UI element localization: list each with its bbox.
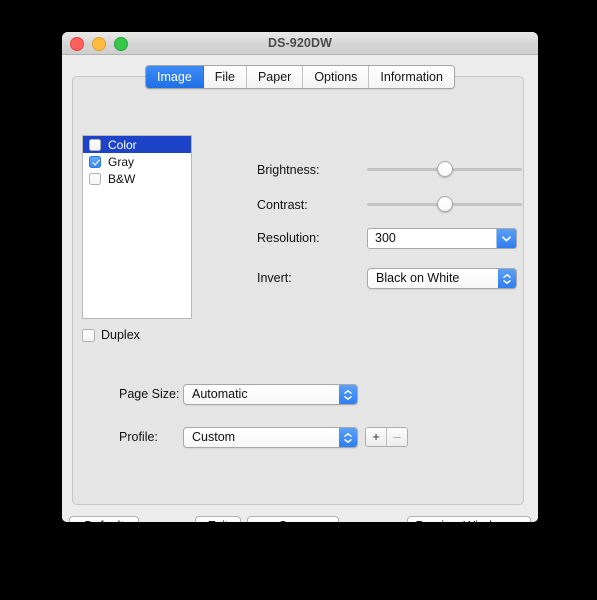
invert-value: Black on White (376, 271, 460, 285)
resolution-combobox[interactable]: 300 (367, 228, 517, 249)
chevron-down-icon (503, 279, 511, 284)
chevron-down-icon (344, 395, 352, 400)
duplex-checkbox-row[interactable]: Duplex (82, 328, 140, 342)
checkbox-color-icon[interactable] (89, 138, 101, 151)
resolution-label: Resolution: (257, 231, 320, 245)
duplex-label: Duplex (101, 328, 140, 342)
tab-file[interactable]: File (203, 66, 247, 88)
profile-add-remove-group: + – (365, 427, 408, 447)
close-button-icon[interactable] (70, 37, 84, 51)
tab-information[interactable]: Information (369, 66, 454, 88)
scanner-window: DS-920DW Color Gray B&W Brightness: Cont… (62, 32, 538, 522)
scan-button[interactable]: Scan (247, 516, 339, 522)
contrast-label: Contrast: (257, 198, 308, 212)
list-item-bw[interactable]: B&W (83, 170, 191, 187)
minimize-button-icon[interactable] (92, 37, 106, 51)
resolution-dropdown-button[interactable] (496, 229, 516, 248)
list-item-label: B&W (108, 171, 136, 186)
profile-add-button[interactable]: + (366, 428, 387, 446)
profile-label: Profile: (119, 430, 158, 444)
list-item-label: Gray (108, 154, 135, 169)
tab-image[interactable]: Image (146, 66, 204, 88)
default-button[interactable]: Default (69, 516, 139, 522)
tab-paper[interactable]: Paper (246, 66, 304, 88)
invert-popup-arrows[interactable] (498, 269, 516, 288)
profile-remove-button[interactable]: – (387, 428, 407, 446)
contrast-slider-knob[interactable] (436, 196, 453, 212)
image-tab-panel: Color Gray B&W Brightness: 0 Contrast: (72, 76, 524, 505)
list-item-color[interactable]: Color (83, 136, 191, 153)
profile-popup-button[interactable]: Custom (183, 427, 358, 448)
page-size-popup-button[interactable]: Automatic (183, 384, 358, 405)
maximize-button-icon[interactable] (114, 37, 128, 51)
title-bar[interactable]: DS-920DW (62, 32, 538, 55)
tab-group: Image File Paper Options Information (145, 65, 455, 89)
chevron-down-icon (344, 438, 352, 443)
checkbox-gray-icon[interactable] (89, 155, 101, 168)
window-title: DS-920DW (267, 36, 332, 50)
profile-value: Custom (192, 430, 236, 444)
profile-popup-arrows[interactable] (339, 428, 357, 447)
chevron-up-icon (344, 432, 352, 437)
preview-window-button[interactable]: Preview Window>> (407, 516, 531, 522)
invert-label: Invert: (257, 271, 292, 285)
window-body: Color Gray B&W Brightness: 0 Contrast: (62, 55, 538, 522)
page-size-popup-arrows[interactable] (339, 385, 357, 404)
list-item-gray[interactable]: Gray (83, 153, 191, 170)
resolution-value[interactable]: 300 (368, 229, 496, 248)
list-item-label: Color (108, 137, 137, 152)
checkbox-duplex-icon[interactable] (82, 328, 95, 342)
chevron-down-icon (502, 235, 511, 241)
brightness-label: Brightness: (257, 163, 320, 177)
page-size-label: Page Size: (119, 387, 180, 401)
page-size-value: Automatic (192, 387, 248, 401)
brightness-slider[interactable] (367, 160, 522, 178)
invert-popup-button[interactable]: Black on White (367, 268, 517, 289)
chevron-up-icon (503, 273, 511, 278)
tab-bar: Image File Paper Options Information (62, 65, 538, 89)
brightness-slider-knob[interactable] (436, 161, 453, 177)
chevron-up-icon (344, 389, 352, 394)
traffic-light-group (70, 37, 128, 51)
contrast-slider[interactable] (367, 195, 522, 213)
color-mode-listbox[interactable]: Color Gray B&W (82, 135, 192, 319)
checkbox-bw-icon[interactable] (89, 172, 101, 185)
exit-button[interactable]: Exit (195, 516, 241, 522)
tab-options[interactable]: Options (303, 66, 370, 88)
